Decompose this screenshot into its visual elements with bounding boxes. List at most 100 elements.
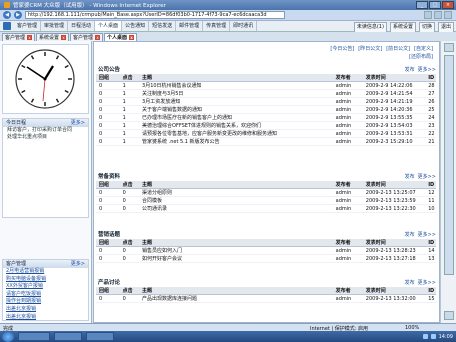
url-field[interactable]: http://192.168.1.111/crmpub/Main_Base.as… [25, 11, 285, 19]
subject-link[interactable]: 关于客户端销售数据的通知 [139, 105, 333, 114]
close-icon[interactable]: x [129, 35, 135, 40]
cell: 0 [96, 294, 120, 303]
subject-link[interactable]: 请预报各位零售基地，应客户服务新变更改的维修和服务通知 [139, 129, 333, 138]
taskbar-item[interactable] [54, 332, 82, 341]
table-row[interactable]: 0 0 公司通讯录 admin 2009-2-13 13:22:30 10 [96, 204, 436, 213]
table-row[interactable]: 0 1 美德治理综合OFFSET体进规则的销售关系，欢迎你们 admin 2009-2-… [96, 121, 436, 130]
menu-item-approval[interactable]: 审批管理 [41, 21, 69, 31]
close-icon[interactable]: x [95, 35, 101, 40]
subject-link[interactable]: 销售员应如何入门 [139, 246, 333, 255]
table-row[interactable]: 0 0 如何开好客户会议 admin 2009-2-13 13:27:18 13 [96, 254, 436, 263]
cell: 12 [425, 188, 436, 197]
subject-link[interactable]: 管家婆系统 .net 5.1 新版发布公告 [139, 137, 333, 146]
tab-desktop[interactable]: 个人桌面 x [104, 33, 138, 41]
network-icon[interactable] [422, 334, 428, 339]
menu-item-schedule[interactable]: 日程活动 [68, 21, 96, 31]
cell: 1 [119, 89, 140, 98]
todo-more-link[interactable]: 更多> [71, 119, 85, 127]
tab-customers[interactable]: 客户管理 x [2, 33, 36, 41]
subject-link[interactable]: 3月10日杭州销售会议通知 [139, 81, 333, 90]
table-row[interactable]: 0 0 产品出现数据库连接问题 admin 2009-2-13 13:32:00 15 [96, 294, 436, 303]
subject-link[interactable]: 3月工资发放通知 [139, 97, 333, 106]
table-row[interactable]: 0 1 请预报各位零售基地，应客户服务新变更改的维修和服务通知 admin 2009-2… [96, 129, 436, 138]
subject-link[interactable]: 已办理市场医疗在新的销售客户上的通知 [139, 113, 333, 122]
menu-item-desktop[interactable]: 个人桌面 [95, 21, 123, 31]
publish-link[interactable]: 发布 [405, 279, 415, 287]
subject-link[interactable]: 合同模板 [139, 196, 333, 205]
back-icon[interactable]: ◀ [3, 11, 11, 19]
table-row[interactable]: 0 1 已办理市场医疗在新的销售客户上的通知 admin 2009-2-9 13:55:… [96, 113, 436, 122]
restore-layout-link[interactable]: [还原布局] [409, 53, 433, 60]
menu-item-customers[interactable]: 客户管理 [14, 21, 42, 31]
close-icon[interactable]: x [27, 35, 33, 40]
panel-title: 营销话题 [98, 232, 121, 238]
menu-item-email[interactable]: 邮件管理 [176, 21, 204, 31]
volume-icon[interactable] [430, 334, 436, 339]
list-item[interactable]: 处理华北重点项目 [3, 134, 88, 141]
cell: 2009-2-9 13:53:31 [362, 129, 426, 138]
subject-link[interactable]: 如何开好客户会议 [139, 254, 333, 263]
subject-link[interactable]: 美德治理综合OFFSET体进规则的销售关系，欢迎你们 [139, 121, 333, 130]
stop-icon[interactable] [434, 11, 442, 19]
menu-item-im[interactable]: 即时通讯 [230, 21, 258, 31]
table-row[interactable]: 0 1 3月工资发放通知 admin 2009-2-9 14:21:19 26 [96, 97, 436, 106]
tab-customers-2[interactable]: 客户管理 x [70, 33, 104, 41]
cell: 2009-2-13 13:23:59 [362, 196, 426, 205]
cell: 2009-2-9 14:21:19 [362, 97, 426, 106]
list-item[interactable]: 2月电话营销报销 [3, 268, 88, 276]
refresh-icon[interactable] [424, 11, 432, 19]
subject-link[interactable]: 关注制度与3月5日 [139, 89, 333, 98]
scroll-up-icon[interactable] [444, 43, 454, 52]
subject-link[interactable]: 渠道分组原则 [139, 188, 333, 197]
forward-icon[interactable]: ▶ [14, 11, 22, 19]
table-row[interactable]: 0 1 关注制度与3月5日 admin 2009-2-9 14:21:54 27 [96, 89, 436, 98]
cell: 2009-2-9 13:54:03 [362, 121, 426, 130]
vertical-scrollbar[interactable] [440, 41, 456, 323]
table-row[interactable]: 0 0 渠道分组原则 admin 2009-2-13 13:25:07 12 [96, 188, 436, 197]
taskbar-item[interactable] [18, 332, 50, 341]
minimize-button[interactable]: _ [416, 1, 428, 9]
menu-item-notices[interactable]: 公告通知 [122, 21, 150, 31]
custom-link[interactable]: [自定义] [414, 45, 433, 52]
table-row[interactable]: 0 1 3月10日杭州销售会议通知 admin 2009-2-9 14:22:06 28 [96, 81, 436, 90]
subject-link[interactable]: 产品出现数据库连接问题 [139, 294, 333, 303]
list-item[interactable]: XX外贸客户报销 [3, 283, 88, 291]
list-item[interactable]: 出差北京报销 [3, 314, 88, 322]
announcements-panel: 公司公告 发布 更多>> 回组 点击 主题 发布者 发表时间 ID 0 1 3月10日杭… [96, 66, 436, 146]
taskbar: 14:09 [0, 331, 456, 342]
close-button[interactable]: × [442, 1, 454, 9]
tab-settings[interactable]: 系统设置 x [36, 33, 70, 41]
more-link[interactable]: 更多>> [418, 231, 436, 239]
cell: 1 [119, 81, 140, 90]
publish-link[interactable]: 发布 [405, 66, 415, 74]
close-icon[interactable]: x [61, 35, 67, 40]
maximize-button[interactable]: □ [429, 1, 441, 9]
cell: 27 [425, 89, 436, 98]
menu-item-sms[interactable]: 短信发送 [149, 21, 177, 31]
list-item[interactable]: 出差北京报销 [3, 306, 88, 314]
more-link[interactable]: 更多>> [418, 279, 436, 287]
more-link[interactable]: 更多>> [418, 173, 436, 181]
taskbar-item[interactable] [86, 332, 114, 341]
list-item[interactable]: 操作台到期报销 [3, 298, 88, 306]
subject-link[interactable]: 公司通讯录 [139, 204, 333, 213]
cell: 0 [119, 246, 140, 255]
table-row[interactable]: 0 0 销售员应如何入门 admin 2009-2-13 13:28:23 14 [96, 246, 436, 255]
table-row[interactable]: 0 0 合同模板 admin 2009-2-13 13:23:59 11 [96, 196, 436, 205]
menu-item-fax[interactable]: 传真管理 [203, 21, 231, 31]
scroll-thumb[interactable] [444, 55, 454, 275]
table-row[interactable]: 0 1 关于客户端销售数据的通知 admin 2009-2-9 14:20:36 25 [96, 105, 436, 114]
publish-link[interactable]: 发布 [405, 231, 415, 239]
search-icon[interactable] [444, 11, 452, 19]
yesterday-doc-link[interactable]: [昨日公文] [358, 45, 382, 52]
start-button[interactable] [2, 331, 14, 342]
daybefore-doc-link[interactable]: [前日公文] [386, 45, 410, 52]
table-row[interactable]: 0 1 管家婆系统 .net 5.1 新版发布公告 admin 2009-2-3 15:… [96, 137, 436, 146]
more-link[interactable]: 更多>> [418, 66, 436, 74]
customer-more-link[interactable]: 更多> [71, 260, 85, 268]
col-id: ID [425, 287, 436, 295]
list-item[interactable]: 拜访客户，打印采购订单合同 [3, 127, 88, 134]
scroll-down-icon[interactable] [444, 311, 454, 320]
publish-link[interactable]: 发布 [405, 173, 415, 181]
today-notice-link[interactable]: [今日公告] [330, 45, 354, 52]
